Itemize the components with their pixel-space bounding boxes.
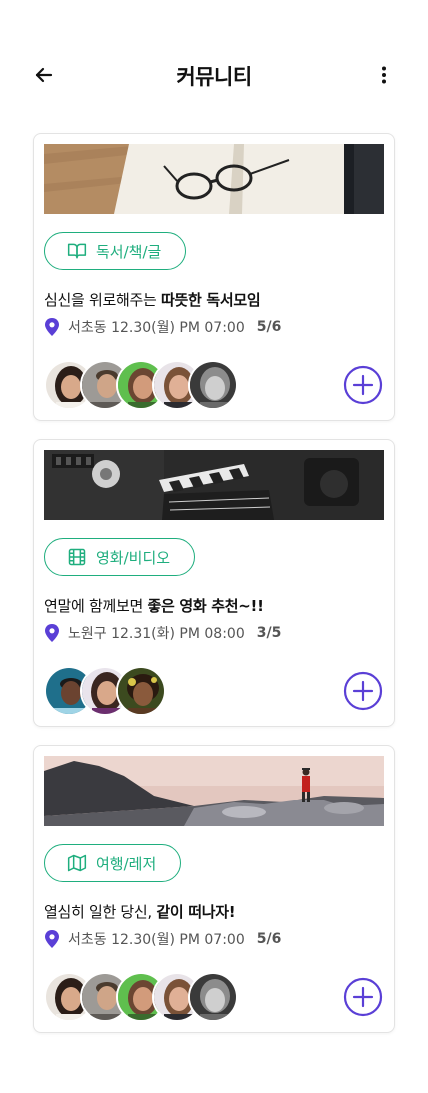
- avatar: [188, 972, 238, 1022]
- avatar: [116, 666, 166, 716]
- join-button[interactable]: [343, 671, 383, 711]
- category-chip[interactable]: 영화/비디오: [44, 538, 196, 576]
- category-label: 영화/비디오: [96, 548, 171, 567]
- post-title: 열심히 일한 당신, 같이 떠나자!: [44, 903, 236, 921]
- join-button[interactable]: [343, 977, 383, 1017]
- category-chip[interactable]: 여행/레저: [44, 844, 182, 882]
- meeting-info: 노원구 12.31(화) PM 08:00 3/5: [44, 623, 281, 643]
- avatar: [188, 360, 238, 410]
- map-icon: [67, 853, 87, 873]
- page-title: 커뮤니티: [176, 65, 252, 89]
- category-label: 독서/책/글: [96, 242, 162, 261]
- post-title: 심신을 위로해주는 따뜻한 독서모임: [44, 291, 261, 309]
- participant-count: 5/6: [256, 931, 282, 947]
- post-title: 연말에 함께보면 좋은 영화 추천~!!: [44, 597, 264, 615]
- datetime-text: 12.31(화) PM 08:00: [111, 626, 245, 642]
- app-header: 커뮤니티: [0, 50, 428, 100]
- book-open-icon: [67, 241, 87, 261]
- location-pin-icon: [44, 930, 60, 948]
- datetime-text: 12.30(월) PM 07:00: [111, 320, 245, 336]
- card-banner-image: [44, 144, 384, 214]
- community-card[interactable]: 영화/비디오 연말에 함께보면 좋은 영화 추천~!! 노원구 12.31(화)…: [33, 439, 395, 727]
- plus-circle-icon: [343, 671, 383, 711]
- participant-count: 5/6: [256, 319, 282, 335]
- join-button[interactable]: [343, 365, 383, 405]
- location-pin-icon: [44, 318, 60, 336]
- community-card[interactable]: 여행/레저 열심히 일한 당신, 같이 떠나자! 서초동 12.30(월) PM…: [33, 745, 395, 1033]
- more-vertical-icon: [382, 66, 386, 84]
- datetime-text: 12.30(월) PM 07:00: [111, 932, 245, 948]
- plus-circle-icon: [343, 977, 383, 1017]
- more-options-button[interactable]: [372, 63, 396, 87]
- meeting-info: 서초동 12.30(월) PM 07:00 5/6: [44, 317, 281, 337]
- community-card[interactable]: 독서/책/글 심신을 위로해주는 따뜻한 독서모임 서초동 12.30(월) P…: [33, 133, 395, 421]
- plus-circle-icon: [343, 365, 383, 405]
- category-label: 여행/레저: [96, 854, 157, 873]
- participant-count: 3/5: [256, 625, 282, 641]
- category-chip[interactable]: 독서/책/글: [44, 232, 187, 270]
- film-icon: [67, 547, 87, 567]
- location-pin-icon: [44, 624, 60, 642]
- card-banner-image: [44, 450, 384, 520]
- location-text: 서초동: [68, 320, 107, 336]
- location-text: 서초동: [68, 932, 107, 948]
- card-banner-image: [44, 756, 384, 826]
- location-text: 노원구: [68, 626, 107, 642]
- meeting-info: 서초동 12.30(월) PM 07:00 5/6: [44, 929, 281, 949]
